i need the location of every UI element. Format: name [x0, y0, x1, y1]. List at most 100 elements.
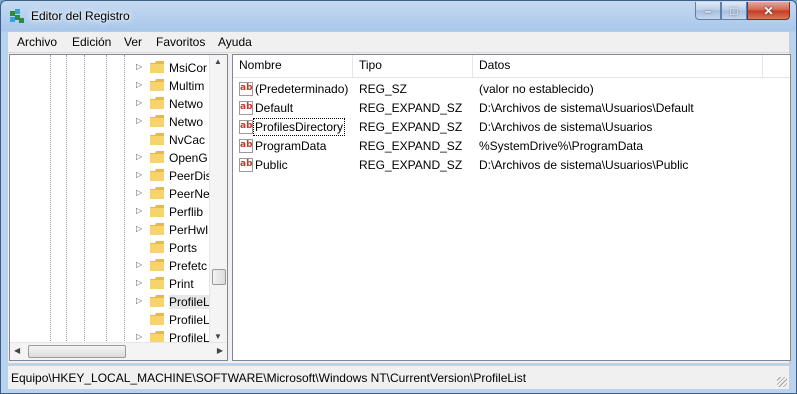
folder-icon [150, 133, 164, 145]
values-list[interactable]: Nombre Tipo Datos ab (Predeterminado) REG_… [232, 54, 791, 361]
tree-item-label: MsiCor [169, 61, 207, 75]
menu-ayuda[interactable]: Ayuda [218, 35, 252, 49]
expand-arrow-icon[interactable]: ▷ [136, 62, 142, 71]
folder-icon [150, 223, 164, 235]
tree-item[interactable]: ▷ Prefetc [10, 257, 210, 275]
tree-item[interactable]: ▷ Perflib [10, 203, 210, 221]
tree-item[interactable]: ▷ PerHwI [10, 221, 210, 239]
folder-icon [150, 205, 164, 217]
folder-icon [150, 187, 164, 199]
folder-icon [150, 295, 164, 307]
expand-arrow-icon[interactable]: ▷ [136, 98, 142, 107]
value-type: REG_EXPAND_SZ [359, 120, 463, 134]
scroll-right-icon[interactable]: ▶ [217, 346, 223, 355]
folder-icon [150, 241, 164, 253]
tree-item[interactable]: ▷ MsiCor [10, 59, 210, 77]
expand-arrow-icon[interactable]: ▷ [136, 206, 142, 215]
value-name: ProfilesDirectory [252, 118, 346, 136]
menu-bar: Archivo Edición Ver Favoritos Ayuda [8, 32, 789, 53]
value-row[interactable]: ab ProfilesDirectory REG_EXPAND_SZ D:\Archi… [233, 118, 773, 137]
folder-icon [150, 277, 164, 289]
column-headers: Nombre Tipo Datos [233, 55, 790, 78]
expand-arrow-icon[interactable]: ▷ [136, 224, 142, 233]
value-row[interactable]: ab Default REG_EXPAND_SZ D:\Archivos de sis… [233, 99, 773, 118]
title-bar[interactable]: Editor del Registro – □ ✕ [1, 1, 796, 31]
minimize-button[interactable]: – [695, 2, 721, 20]
tree-item[interactable]: Ports [10, 239, 210, 257]
string-value-icon: ab [239, 101, 253, 115]
maximize-button[interactable]: □ [721, 2, 747, 20]
minimize-icon: – [704, 3, 712, 18]
tree-horizontal-scrollbar[interactable]: ◀ ▶ [10, 342, 227, 360]
tree-vertical-scroll-thumb[interactable] [212, 269, 226, 285]
tree-vertical-scrollbar[interactable]: ▲ ▼ [209, 55, 227, 343]
tree-item[interactable]: ProfileL [10, 311, 210, 329]
value-data: D:\Archivos de sistema\Usuarios\Default [479, 101, 694, 115]
scroll-up-icon[interactable]: ▲ [214, 57, 222, 66]
maximize-icon: □ [730, 3, 738, 18]
expand-arrow-icon[interactable]: ▷ [136, 260, 142, 269]
tree-item-label: Multim [169, 79, 205, 93]
expand-arrow-icon[interactable]: ▷ [136, 170, 142, 179]
value-type: REG_EXPAND_SZ [359, 158, 463, 172]
resize-grip[interactable] [777, 377, 787, 387]
tree-item-label: Prefetc [169, 259, 208, 273]
expand-arrow-icon[interactable]: ▷ [136, 80, 142, 89]
tree-item-label: PerHwI [169, 223, 209, 237]
value-name: Public [255, 158, 288, 172]
menu-ver[interactable]: Ver [124, 35, 142, 49]
value-data: (valor no establecido) [479, 82, 594, 96]
string-value-icon: ab [239, 158, 253, 172]
value-name: (Predeterminado) [255, 82, 349, 96]
column-header-datos[interactable]: Datos [473, 55, 763, 77]
tree-item[interactable]: ▷ Netwo [10, 95, 210, 113]
folder-icon [150, 313, 164, 325]
expand-arrow-icon[interactable]: ▷ [136, 296, 142, 305]
value-name: ProgramData [255, 139, 327, 153]
value-data: D:\Archivos de sistema\Usuarios\Public [479, 158, 689, 172]
tree-item[interactable]: ▷ PeerNe [10, 185, 210, 203]
tree-item[interactable]: ▷ Multim [10, 77, 210, 95]
value-name: Default [255, 101, 294, 115]
tree-item[interactable]: ▷ PeerDis [10, 167, 212, 185]
column-header-nombre[interactable]: Nombre [233, 55, 353, 77]
expand-arrow-icon[interactable]: ▷ [136, 188, 142, 197]
value-type: REG_SZ [359, 82, 408, 96]
folder-icon [150, 115, 164, 127]
expand-arrow-icon[interactable]: ▷ [136, 116, 142, 125]
expand-arrow-icon[interactable]: ▷ [136, 278, 142, 287]
tree-item[interactable]: ▷ Netwo [10, 113, 210, 131]
string-value-icon: ab [239, 120, 253, 134]
value-type: REG_EXPAND_SZ [359, 139, 463, 153]
tree-item[interactable]: ▷ ProfileL [10, 293, 210, 311]
tree-item[interactable]: ▷ Print [10, 275, 210, 293]
status-bar: Equipo\HKEY_LOCAL_MACHINE\SOFTWARE\Micro… [8, 365, 789, 389]
folder-icon [150, 151, 164, 163]
string-value-icon: ab [239, 139, 253, 153]
value-row[interactable]: ab ProgramData REG_EXPAND_SZ %SystemDrive%\… [233, 137, 773, 156]
expand-arrow-icon[interactable]: ▷ [136, 152, 142, 161]
scroll-down-icon[interactable]: ▼ [214, 332, 222, 341]
value-row[interactable]: ab Public REG_EXPAND_SZ D:\Archivos de sist… [233, 156, 773, 175]
tree-horizontal-scroll-thumb[interactable] [28, 345, 126, 358]
tree-item[interactable]: NvCac [10, 131, 210, 149]
tree-item-label: Netwo [169, 97, 204, 111]
value-type: REG_EXPAND_SZ [359, 101, 463, 115]
tree-item-label: Netwo [169, 115, 204, 129]
value-row[interactable]: ab (Predeterminado) REG_SZ (valor no establ… [233, 80, 773, 99]
folder-icon [150, 169, 164, 181]
string-value-icon: ab [239, 82, 253, 96]
value-data: D:\Archivos de sistema\Usuarios [479, 120, 653, 134]
menu-archivo[interactable]: Archivo [17, 35, 57, 49]
menu-edicion[interactable]: Edición [72, 35, 111, 49]
expand-arrow-icon[interactable]: ▷ [136, 332, 142, 341]
close-button[interactable]: ✕ [747, 2, 790, 20]
menu-favoritos[interactable]: Favoritos [156, 35, 205, 49]
value-data: %SystemDrive%\ProgramData [479, 139, 644, 153]
registry-editor-icon [10, 9, 24, 23]
tree-item-label: OpenG [169, 151, 208, 165]
column-header-tipo[interactable]: Tipo [353, 55, 473, 77]
scroll-left-icon[interactable]: ◀ [14, 346, 20, 355]
registry-tree[interactable]: ▷ MsiCor ▷ Multim ▷ Netwo ▷ Netwo NvCac ▷ OpenG ▷ Pe… [9, 54, 228, 361]
tree-item[interactable]: ▷ OpenG [10, 149, 210, 167]
